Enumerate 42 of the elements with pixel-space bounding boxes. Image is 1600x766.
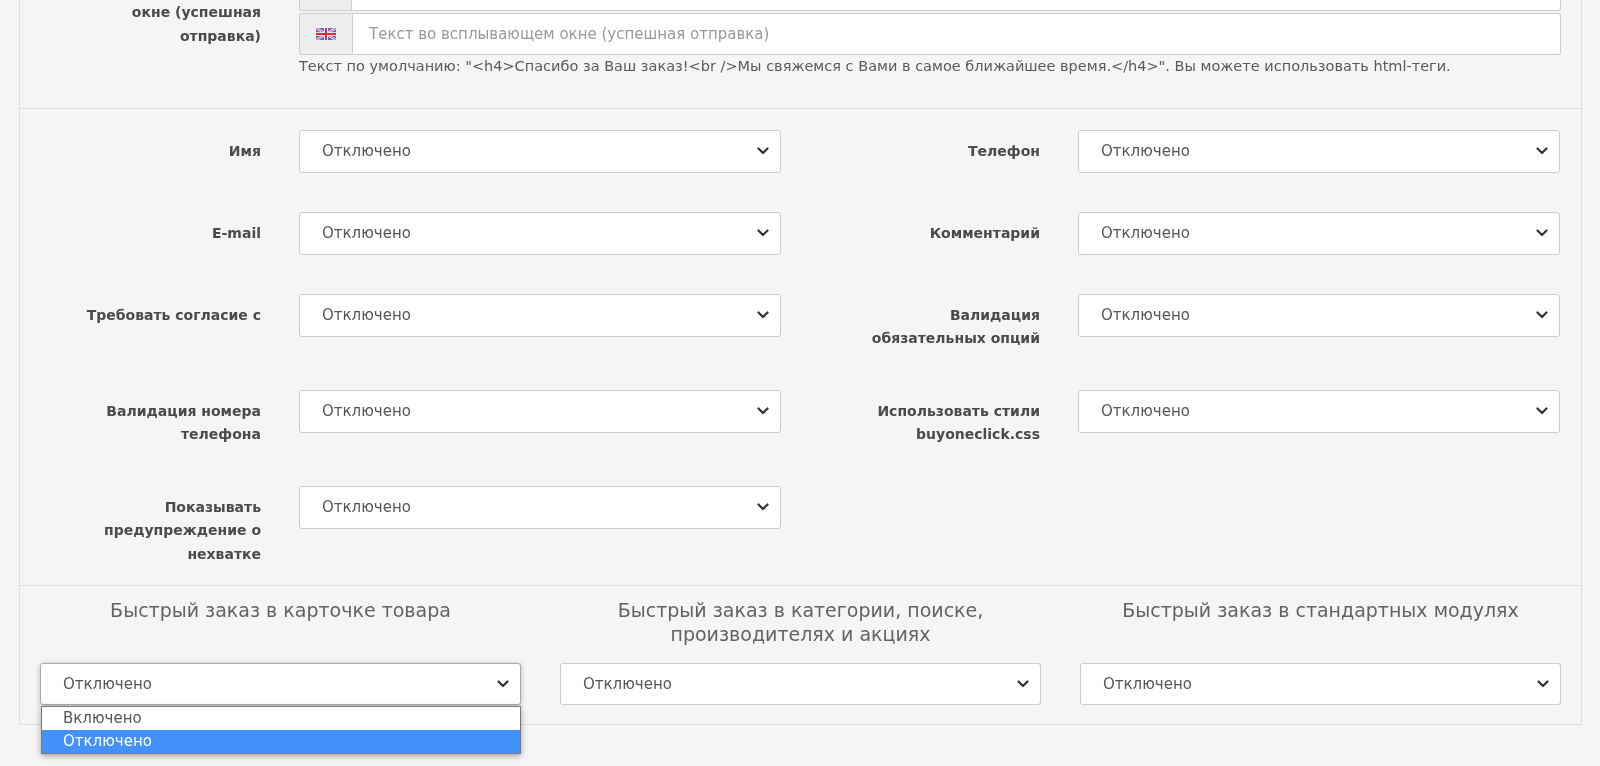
dropdown[interactable]: Отключено: [1078, 389, 1560, 433]
dropdown[interactable]: Отключено: [299, 211, 781, 255]
dropdown[interactable]: Отключено: [299, 485, 781, 529]
chevron-down-icon: [1536, 229, 1548, 237]
field-label: E-mail: [212, 223, 261, 243]
field-label: окне (успешная отправка): [130, 3, 261, 46]
chevron-down-icon: [757, 147, 769, 155]
section-heading: Быстрый заказ в категории, поиске, производителях и акциях: [616, 598, 985, 646]
input-field[interactable]: Текст во всплывающем окне (успешная отправка): [353, 13, 1561, 55]
help-text: Текст по умолчанию: "<h4>Спасибо за Ваш заказ!<br />Мы свяжемся с Вами в самое ближайшее время.</h4>". Вы можете использовать html-теги.: [299, 57, 1452, 76]
dropdown[interactable]: Отключено: [1080, 663, 1561, 705]
dropdown[interactable]: Отключено: [299, 129, 781, 173]
dropdown[interactable]: Отключено: [299, 389, 781, 433]
chevron-down-icon: [497, 680, 509, 688]
field-label: Использовать стили buyoneclick.css: [876, 401, 1040, 444]
field-label: Телефон: [968, 141, 1040, 161]
chevron-down-icon: [1017, 680, 1029, 688]
field-label: Имя: [228, 141, 261, 161]
chevron-down-icon: [757, 229, 769, 237]
section-heading: Быстрый заказ в карточке товара: [110, 598, 451, 623]
field-label: Валидация обязательных опций: [870, 305, 1040, 348]
chevron-down-icon: [757, 311, 769, 319]
chevron-down-icon: [1536, 407, 1548, 415]
dropdown[interactable]: Отключено: [299, 293, 781, 337]
dropdown-option[interactable]: Включено: [42, 707, 520, 730]
chevron-down-icon: [1537, 680, 1549, 688]
section-heading: Быстрый заказ в стандартных модулях: [1122, 598, 1519, 623]
dropdown[interactable]: Отключено: [1078, 293, 1560, 337]
chevron-down-icon: [757, 407, 769, 415]
input-field[interactable]: [352, 0, 1561, 11]
dropdown[interactable]: Отключено: [1078, 211, 1560, 255]
field-label: Требовать согласие с: [86, 305, 261, 325]
field-label: Показывать предупреждение о нехватке: [103, 497, 261, 564]
field-label: Валидация номера телефона: [105, 401, 261, 444]
dropdown[interactable]: Отключено: [40, 663, 521, 705]
dropdown[interactable]: Отключено: [1078, 129, 1560, 173]
flag-icon: [316, 28, 336, 40]
dropdown[interactable]: Отключено: [560, 663, 1041, 705]
field-label: Комментарий: [929, 223, 1040, 243]
chevron-down-icon: [757, 503, 769, 511]
chevron-down-icon: [1536, 311, 1548, 319]
chevron-down-icon: [1536, 147, 1548, 155]
